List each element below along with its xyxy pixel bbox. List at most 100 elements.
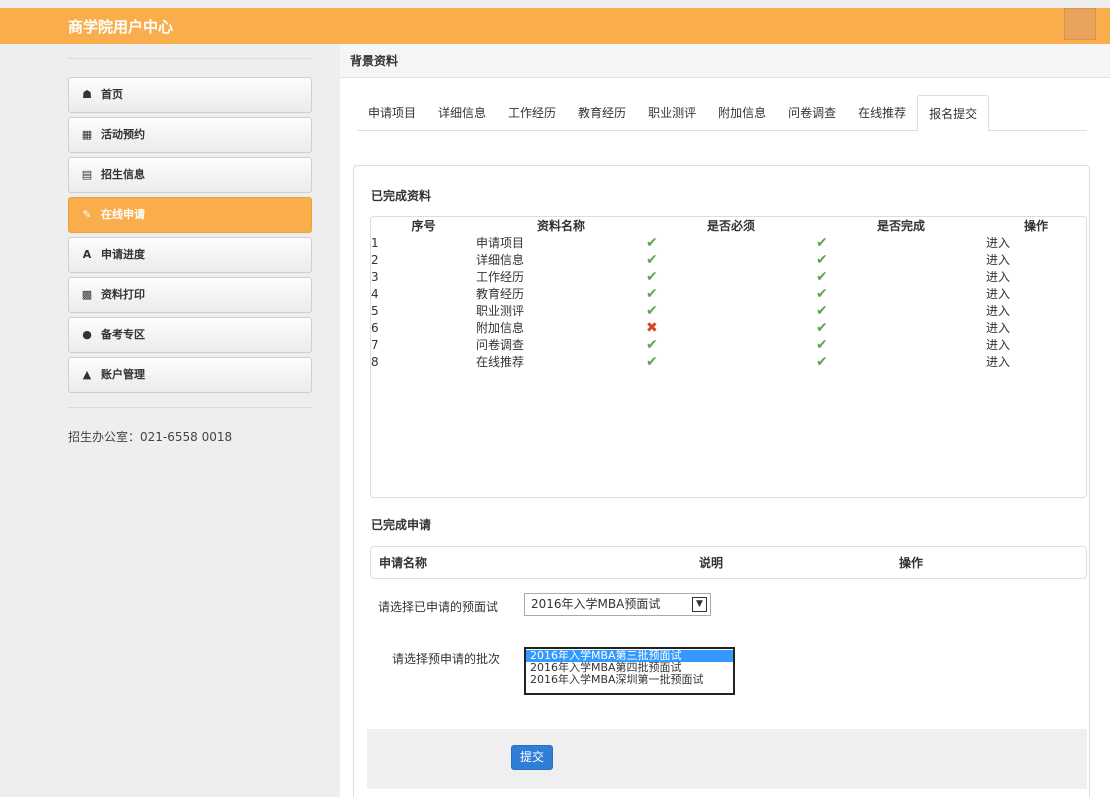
- enter-link[interactable]: 进入: [986, 251, 1086, 268]
- tab-bar: 申请项目 详细信息 工作经历 教育经历 职业测评 附加信息 问卷调查 在线推荐 …: [357, 95, 1087, 132]
- done-status: ✔: [816, 234, 986, 251]
- required-status: ✔: [646, 353, 816, 370]
- cross-icon: ✖: [646, 319, 658, 336]
- sidebar-item-exam-prep[interactable]: ● 备考专区: [68, 317, 312, 353]
- required-status: ✔: [646, 234, 816, 251]
- check-icon: ✔: [646, 353, 658, 370]
- home-icon: ☗: [82, 88, 92, 101]
- required-status: ✖: [646, 319, 816, 336]
- check-icon: ✔: [816, 353, 828, 370]
- material-name: 详细信息: [476, 253, 525, 267]
- check-icon: ✔: [816, 285, 828, 302]
- tab-application-project[interactable]: 申请项目: [357, 95, 427, 130]
- row-number: 1: [371, 235, 379, 250]
- check-icon: ✔: [646, 336, 658, 353]
- contact-info: 招生办公室：021-6558 0018: [68, 430, 233, 444]
- tab-career-assessment[interactable]: 职业测评: [637, 95, 707, 130]
- material-name: 附加信息: [476, 321, 525, 335]
- sidebar-item-online-apply[interactable]: ✎ 在线申请: [68, 197, 312, 233]
- batch-label: 请选择预申请的批次: [392, 652, 501, 666]
- tab-work-experience[interactable]: 工作经历: [497, 95, 567, 130]
- chevron-down-icon[interactable]: ▼: [692, 597, 707, 612]
- material-name: 教育经历: [476, 287, 525, 301]
- enter-link[interactable]: 进入: [986, 285, 1086, 302]
- row-number: 2: [371, 252, 379, 267]
- tab-submit[interactable]: 报名提交: [917, 95, 990, 132]
- table-row: 7 问卷调查 ✔ ✔ 进入: [371, 336, 1086, 353]
- enter-link[interactable]: 进入: [986, 336, 1086, 353]
- font-icon: A: [82, 248, 92, 261]
- sidebar-item-admissions[interactable]: ▤ 招生信息: [68, 157, 312, 193]
- interview-select[interactable]: 2016年入学MBA预面试 ▼: [524, 593, 711, 616]
- table-row: 4 教育经历 ✔ ✔ 进入: [371, 285, 1086, 302]
- row-number: 8: [371, 354, 379, 369]
- check-icon: ✔: [646, 268, 658, 285]
- row-number: 4: [371, 286, 379, 301]
- submit-bar: 提交: [367, 729, 1087, 789]
- check-icon: ✔: [816, 251, 828, 268]
- table-header: 申请名称 说明 操作: [371, 547, 1086, 578]
- sidebar-divider: [68, 58, 312, 59]
- enter-link[interactable]: 进入: [986, 353, 1086, 370]
- check-icon: ✔: [816, 302, 828, 319]
- row-number: 6: [371, 320, 379, 335]
- tab-education[interactable]: 教育经历: [567, 95, 637, 130]
- table-row: 8 在线推荐 ✔ ✔ 进入: [371, 353, 1086, 370]
- material-name: 在线推荐: [476, 355, 525, 369]
- batch-option[interactable]: 2016年入学MBA深圳第一批预面试: [526, 674, 733, 686]
- submit-button[interactable]: 提交: [511, 745, 553, 770]
- lock-icon: ●: [82, 328, 92, 341]
- main-content: 背景资料 申请项目 详细信息 工作经历 教育经历 职业测评 附加信息 问卷调查 …: [340, 44, 1110, 797]
- sidebar-item-label: 备考专区: [101, 328, 145, 341]
- sidebar-item-label: 资料打印: [101, 288, 145, 301]
- tab-additional-info[interactable]: 附加信息: [707, 95, 777, 130]
- required-status: ✔: [646, 268, 816, 285]
- material-name: 问卷调查: [476, 338, 525, 352]
- enter-link[interactable]: 进入: [986, 268, 1086, 285]
- column-header: 是否必须: [706, 219, 755, 233]
- check-icon: ✔: [646, 251, 658, 268]
- sidebar-item-label: 活动预约: [101, 128, 145, 141]
- enter-link[interactable]: 进入: [986, 234, 1086, 251]
- done-status: ✔: [816, 353, 986, 370]
- batch-listbox[interactable]: 2016年入学MBA第三批预面试 2016年入学MBA第四批预面试 2016年入…: [524, 647, 735, 695]
- applications-table: 申请名称 说明 操作: [370, 546, 1087, 579]
- sidebar-item-events[interactable]: ▦ 活动预约: [68, 117, 312, 153]
- tab-survey[interactable]: 问卷调查: [777, 95, 847, 130]
- material-name: 职业测评: [476, 304, 525, 318]
- column-header: 说明: [699, 556, 724, 570]
- interview-label: 请选择已申请的预面试: [378, 600, 499, 614]
- column-header: 操作: [899, 556, 924, 570]
- edit-icon: ✎: [82, 208, 92, 221]
- sidebar-item-label: 首页: [101, 88, 123, 101]
- sidebar-item-account[interactable]: ▲ 账户管理: [68, 357, 312, 393]
- sidebar: ☗ 首页 ▦ 活动预约 ▤ 招生信息 ✎ 在线申请 A 申请进度 ▩ 资料打印 …: [68, 58, 312, 445]
- check-icon: ✔: [816, 336, 828, 353]
- sidebar-item-home[interactable]: ☗ 首页: [68, 77, 312, 113]
- check-icon: ✔: [646, 302, 658, 319]
- page-title: 背景资料: [340, 44, 1110, 78]
- tab-details[interactable]: 详细信息: [427, 95, 497, 130]
- table-header: 序号 资料名称 是否必须 是否完成 操作: [371, 217, 1086, 234]
- check-icon: ✔: [646, 234, 658, 251]
- sidebar-item-label: 在线申请: [101, 208, 145, 221]
- check-icon: ✔: [816, 234, 828, 251]
- required-status: ✔: [646, 302, 816, 319]
- avatar[interactable]: [1064, 8, 1096, 40]
- check-icon: ✔: [816, 268, 828, 285]
- enter-link[interactable]: 进入: [986, 319, 1086, 336]
- app-title: 商学院用户中心: [68, 18, 174, 36]
- required-status: ✔: [646, 251, 816, 268]
- table-row: 1 申请项目 ✔ ✔ 进入: [371, 234, 1086, 251]
- done-status: ✔: [816, 319, 986, 336]
- done-status: ✔: [816, 302, 986, 319]
- interview-select-value: 2016年入学MBA预面试: [531, 597, 661, 611]
- table-row: 6 附加信息 ✖ ✔ 进入: [371, 319, 1086, 336]
- row-number: 3: [371, 269, 379, 284]
- enter-link[interactable]: 进入: [986, 302, 1086, 319]
- sidebar-item-label: 招生信息: [101, 168, 145, 181]
- sidebar-item-progress[interactable]: A 申请进度: [68, 237, 312, 273]
- sidebar-item-print[interactable]: ▩ 资料打印: [68, 277, 312, 313]
- tab-recommendation[interactable]: 在线推荐: [847, 95, 917, 130]
- submit-panel: 已完成资料 序号 资料名称 是否必须 是否完成 操作 1 申请项目 ✔ ✔ 进入 2 详细信…: [353, 165, 1090, 797]
